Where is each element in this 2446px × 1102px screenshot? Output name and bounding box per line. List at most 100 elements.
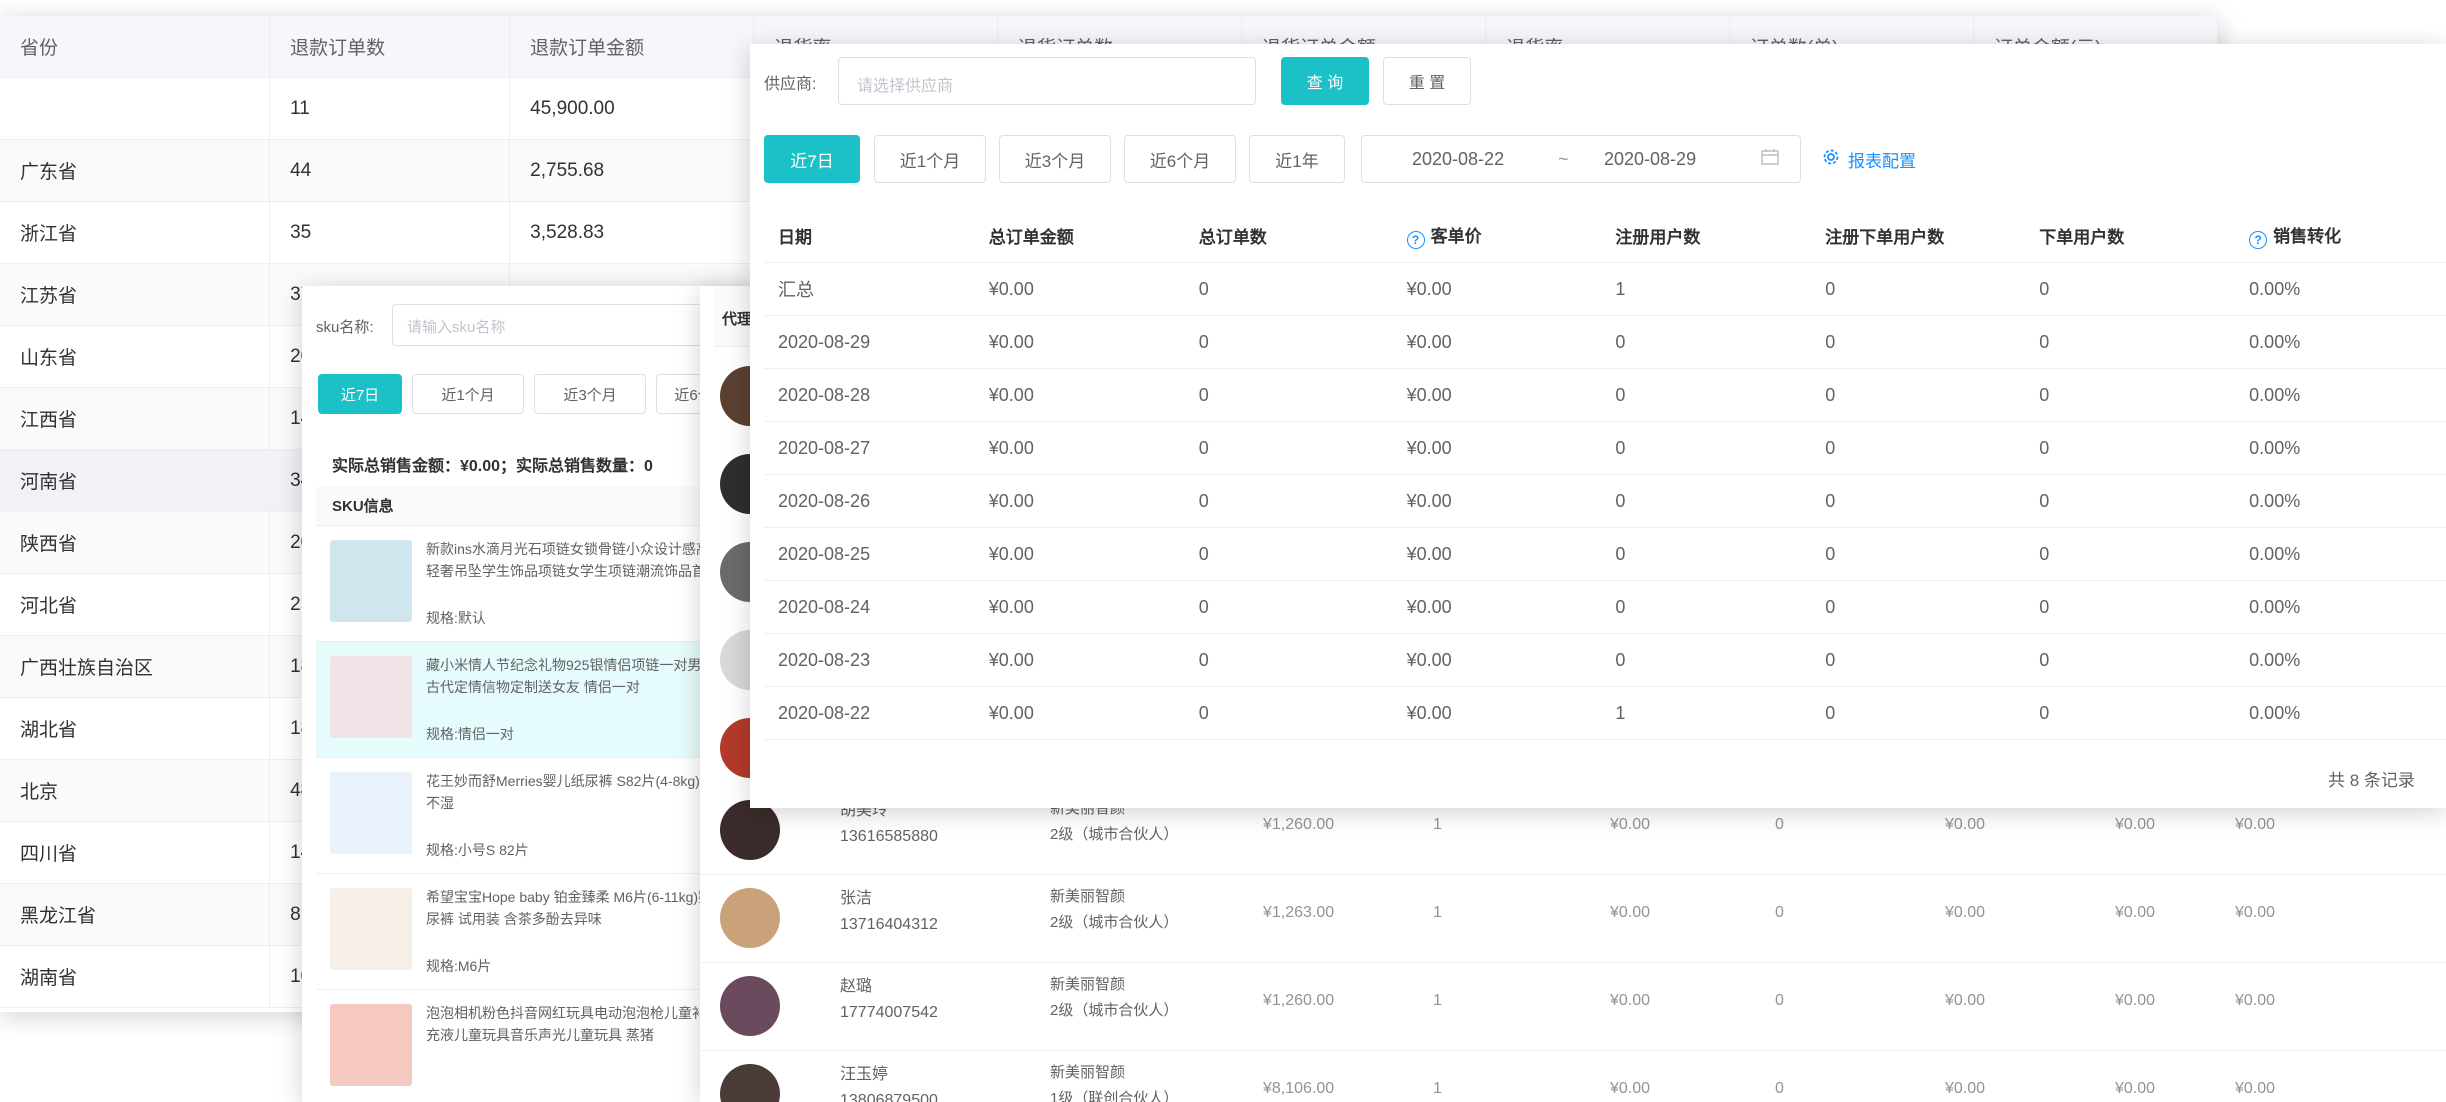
sku-spec: 规格:默认 — [426, 610, 486, 626]
agent-name: 赵璐 — [840, 978, 873, 995]
report-col-label: 下单用户数 — [2039, 227, 2125, 247]
sku-range-button[interactable]: 近1个月 — [412, 374, 524, 414]
agent-n2-cell: 0 — [1775, 992, 1784, 1009]
report-col-label: 注册下单用户数 — [1825, 227, 1945, 247]
report-col-header: 总订单金额 — [974, 208, 1185, 263]
report-cell: 0 — [2025, 527, 2236, 581]
report-config-link[interactable]: 报表配置 — [1822, 147, 1916, 172]
avatar — [720, 1064, 780, 1102]
reset-button[interactable]: 重 置 — [1383, 57, 1471, 105]
report-range-button[interactable]: 近3个月 — [999, 135, 1111, 183]
report-cell: 0 — [2025, 474, 2236, 528]
province-cell: 四川省 — [0, 821, 271, 884]
sku-name: 希望宝宝Hope baby 铂金臻柔 M6片(6-11kg)婴儿纸尿裤 试用装 … — [426, 889, 741, 927]
sku-thumbnail — [330, 540, 412, 622]
report-cell: 0 — [1184, 633, 1393, 687]
agent-row[interactable]: 张洁 13716404312 新美丽智颜 2级（城市合伙人） ¥1,263.00 1 ¥0.… — [700, 874, 2446, 963]
report-cell: 0 — [1184, 580, 1393, 634]
report-cell: 0 — [2025, 315, 2236, 369]
agent-row[interactable]: 汪玉婷 13806879500 新美丽智颜 1级（联创合伙人） ¥8,106.00 1 ¥0… — [700, 1050, 2446, 1102]
sku-range-button[interactable]: 近7日 — [318, 374, 402, 414]
total-records: 共 8 条记录 — [2328, 771, 2415, 790]
table-row: 2020-08-28 ¥0.00 0 ¥0.00 0 0 0 0.00% — [764, 368, 2446, 422]
agent-v4-cell: ¥0.00 — [2235, 816, 2276, 833]
report-panel: 供应商: 请选择供应商 查 询 重 置 近7日 近1个月 近3个月 近6个月 近1年 2… — [750, 44, 2446, 808]
avatar — [720, 800, 780, 860]
report-cell: 0 — [1184, 421, 1393, 475]
date-separator: ~ — [1558, 149, 1569, 169]
refund-amount-cell: 2,755.68 — [509, 139, 755, 202]
date-range-picker[interactable]: 2020-08-22 ~ 2020-08-29 — [1361, 135, 1801, 183]
report-cell: 0 — [1811, 580, 2026, 634]
report-cell: ¥0.00 — [974, 686, 1185, 740]
report-cell: 0 — [1811, 527, 2026, 581]
province-cell: 河北省 — [0, 573, 271, 636]
report-table: 日期 总订单金额 总订单数? 客单价 注册用户数 注册下单用户数 下单用户数? 销售转化 汇总… — [764, 208, 2446, 740]
sku-summary: 实际总销售金额：¥0.00；实际总销售数量：0 — [332, 458, 653, 475]
report-config-label: 报表配置 — [1848, 152, 1916, 171]
calendar-icon — [1760, 147, 1780, 172]
report-range-button[interactable]: 近1年 — [1249, 135, 1345, 183]
report-col-label: 日期 — [778, 227, 812, 247]
report-cell: 0.00% — [2235, 474, 2446, 528]
help-icon: ? — [2249, 230, 2268, 249]
date-start[interactable]: 2020-08-22 — [1412, 149, 1504, 170]
sku-name: 花王妙而舒Merries婴儿纸尿裤 S82片(4-8kg)小号尿不湿 — [426, 773, 742, 811]
sku-item[interactable]: 新款ins水滴月光石项链女锁骨链小众设计感高级质轻奢吊坠学生饰品项链女学生项链潮… — [316, 526, 752, 642]
report-range-button[interactable]: 近1个月 — [874, 135, 986, 183]
report-cell: 0 — [1184, 527, 1393, 581]
sku-item[interactable]: 花王妙而舒Merries婴儿纸尿裤 S82片(4-8kg)小号尿不湿 规格:小号S… — [316, 758, 752, 874]
sku-name-input[interactable]: 请输入sku名称 — [392, 304, 752, 346]
agent-v2-cell: ¥0.00 — [1945, 816, 1986, 833]
report-cell: 0 — [1184, 315, 1393, 369]
agent-amount-cell: ¥1,260.00 — [1263, 992, 1335, 1009]
sku-spec: 规格:M6片 — [426, 958, 492, 974]
sku-item[interactable]: 藏小米情人节纪念礼物925银情侣项链一对男女拼接古代定情信物定制送女友 情侣一对… — [316, 642, 752, 758]
report-cell: ¥0.00 — [1392, 686, 1602, 740]
agent-org: 新美丽智颜 1级（联创合伙人） — [1050, 1060, 1178, 1102]
agent-n1-cell: 1 — [1433, 1080, 1442, 1097]
agent-v3-cell: ¥0.00 — [2115, 904, 2156, 921]
refund-count-cell: 11 — [269, 77, 511, 140]
table-row: 2020-08-27 ¥0.00 0 ¥0.00 0 0 0 0.00% — [764, 421, 2446, 475]
agent-v4-cell: ¥0.00 — [2235, 992, 2276, 1009]
agent-header-label: 代理 — [722, 311, 753, 328]
sku-item[interactable]: 泡泡相机粉色抖音网红玩具电动泡泡枪儿童补水补充液儿童玩具音乐声光儿童玩具 蒸猪 — [316, 990, 752, 1102]
agent-v3-cell: ¥0.00 — [2115, 816, 2156, 833]
report-cell: 0 — [1184, 262, 1393, 316]
report-cell: 0 — [1811, 633, 2026, 687]
sku-item[interactable]: 希望宝宝Hope baby 铂金臻柔 M6片(6-11kg)婴儿纸尿裤 试用装 … — [316, 874, 752, 990]
date-end[interactable]: 2020-08-29 — [1604, 149, 1696, 170]
report-cell: 0 — [1811, 368, 2026, 422]
supplier-select[interactable]: 请选择供应商 — [838, 57, 1256, 105]
agent-level: 1级（联创合伙人） — [1050, 1090, 1179, 1102]
province-cell: 江西省 — [0, 387, 271, 450]
report-cell: 0 — [1601, 368, 1812, 422]
sku-name: 新款ins水滴月光石项链女锁骨链小众设计感高级质轻奢吊坠学生饰品项链女学生项链潮… — [426, 541, 738, 579]
agent-row[interactable]: 赵璐 17774007542 新美丽智颜 2级（城市合伙人） ¥1,260.00 1 ¥0.… — [700, 962, 2446, 1051]
agent-v4-cell: ¥0.00 — [2235, 1080, 2276, 1097]
report-cell: 2020-08-29 — [764, 315, 975, 369]
report-cell: ¥0.00 — [974, 633, 1185, 687]
report-range-button[interactable]: 近7日 — [764, 135, 860, 183]
report-col-header: ? 销售转化 — [2235, 208, 2446, 263]
sku-spec: 规格:情侣一对 — [426, 726, 514, 742]
report-cell: ¥0.00 — [1392, 580, 1602, 634]
report-cell: 0 — [2025, 262, 2236, 316]
report-cell: 0 — [1184, 686, 1393, 740]
agent-v1-cell: ¥0.00 — [1610, 904, 1651, 921]
agent-n2-cell: 0 — [1775, 816, 1784, 833]
sku-name-label: sku名称: — [316, 319, 374, 336]
agent-phone: 13716404312 — [840, 916, 938, 933]
agent-org-name: 新美丽智颜 — [1050, 976, 1126, 993]
sku-thumbnail — [330, 888, 412, 970]
query-button[interactable]: 查 询 — [1281, 57, 1369, 105]
sku-range-button[interactable]: 近3个月 — [534, 374, 646, 414]
report-range-button[interactable]: 近6个月 — [1124, 135, 1236, 183]
province-cell: 广东省 — [0, 139, 271, 202]
agent-v3-cell: ¥0.00 — [2115, 992, 2156, 1009]
report-cell: ¥0.00 — [974, 474, 1185, 528]
agent-name: 张洁 — [840, 890, 873, 907]
gear-icon — [1822, 148, 1840, 171]
report-col-header: 注册下单用户数 — [1811, 208, 2026, 263]
